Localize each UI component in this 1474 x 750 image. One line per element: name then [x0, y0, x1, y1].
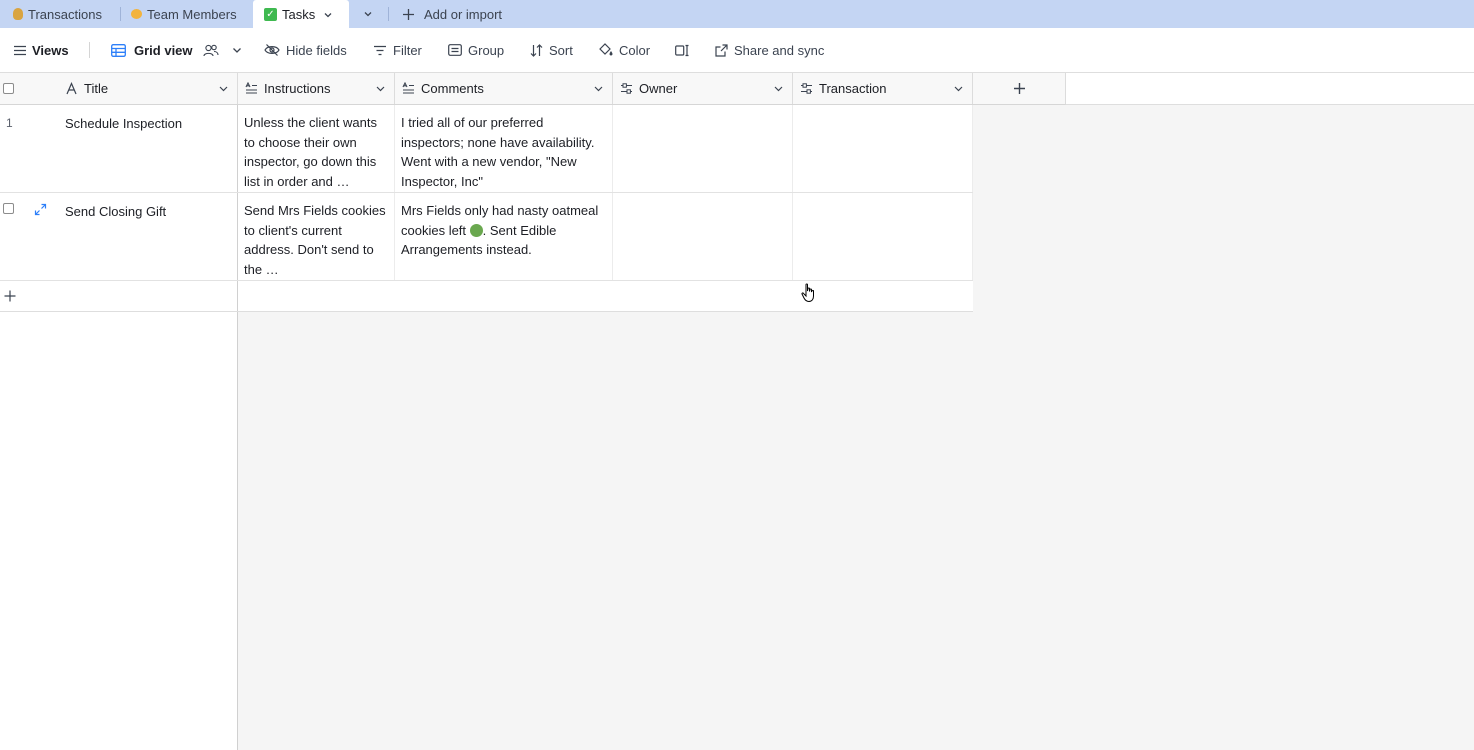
nauseated-face-icon [469, 223, 483, 237]
share-and-sync-button[interactable]: Share and sync [715, 40, 824, 60]
title-cell[interactable]: Send Closing Gift [65, 202, 166, 222]
column-header-transaction[interactable]: Transaction [793, 73, 973, 104]
paint-bucket-icon [599, 43, 613, 56]
tab-label: Tasks [282, 7, 316, 22]
comments-cell[interactable]: I tried all of our preferred inspectors;… [395, 105, 613, 192]
tab-divider [388, 7, 389, 21]
owner-cell[interactable] [613, 105, 793, 192]
view-toolbar: Views Grid view Hide fields Filter Group… [0, 28, 1474, 73]
expand-record-icon[interactable] [34, 203, 47, 216]
owner-cell[interactable] [613, 193, 793, 280]
hand-cursor-icon [801, 283, 814, 303]
chevron-down-icon[interactable] [953, 83, 964, 94]
transaction-cell[interactable] [793, 193, 973, 280]
column-header-label: Owner [639, 81, 678, 96]
external-link-icon [715, 43, 728, 57]
add-field-button[interactable] [973, 73, 1066, 105]
select-all-checkbox[interactable] [3, 83, 14, 94]
row-checkbox[interactable] [3, 203, 14, 214]
instructions-cell[interactable]: Unless the client wants to choose their … [238, 105, 395, 192]
row-height-button[interactable] [675, 40, 690, 60]
plus-icon [1013, 83, 1025, 94]
group-button[interactable]: Group [448, 40, 504, 60]
chevron-down-icon[interactable] [773, 83, 784, 94]
column-header-label: Instructions [264, 81, 331, 96]
comments-cell[interactable]: Mrs Fields only had nasty oatmeal cookie… [395, 193, 613, 280]
views-button[interactable]: Views [14, 40, 69, 60]
text-field-icon [66, 82, 77, 95]
column-header-owner[interactable]: Owner [613, 73, 793, 104]
money-bag-icon [13, 8, 23, 20]
row-number: 1 [6, 116, 13, 130]
link-field-icon [801, 83, 812, 94]
column-header-label: Comments [421, 81, 484, 96]
tab-team-members[interactable]: Team Members [131, 0, 237, 28]
chevron-down-icon [364, 12, 372, 17]
grid-header: Title Instructions Comments Owner Transa… [0, 73, 973, 105]
tab-label: Transactions [28, 6, 102, 22]
collaborators-icon [202, 44, 219, 56]
hamburger-menu-icon [14, 45, 26, 55]
grid-view-label: Grid view [134, 42, 193, 58]
transaction-cell[interactable] [793, 105, 973, 192]
row-header-cell[interactable]: 1 Schedule Inspection [0, 105, 238, 192]
header-filler [1066, 73, 1474, 105]
tab-tasks[interactable]: ✓ Tasks [253, 0, 349, 29]
share-and-sync-label: Share and sync [734, 42, 825, 58]
hide-fields-button[interactable]: Hide fields [264, 40, 347, 60]
link-field-icon [621, 83, 632, 94]
plus-icon [4, 290, 16, 302]
title-cell[interactable]: Schedule Inspection [65, 114, 182, 134]
column-header-comments[interactable]: Comments [395, 73, 613, 104]
chevron-down-icon [232, 48, 241, 53]
column-header-title[interactable]: Title [0, 73, 238, 104]
group-label: Group [468, 42, 505, 58]
filter-icon [374, 45, 386, 55]
views-label: Views [32, 42, 69, 58]
table-row[interactable]: Send Closing Gift Send Mrs Fields cookie… [0, 193, 973, 281]
all-tables-dropdown[interactable] [362, 0, 374, 28]
grid-view-switcher[interactable]: Grid view [111, 40, 243, 60]
row-height-icon [675, 44, 689, 56]
tab-divider [120, 7, 121, 21]
instructions-cell[interactable]: Send Mrs Fields cookies to client's curr… [238, 193, 395, 280]
add-record-button[interactable] [0, 281, 238, 311]
hide-fields-label: Hide fields [286, 42, 347, 58]
long-text-icon [245, 82, 257, 94]
filter-label: Filter [393, 42, 422, 58]
column-header-label: Title [84, 81, 109, 96]
chevron-down-icon[interactable] [218, 83, 229, 94]
grid-view-icon [111, 43, 126, 57]
color-label: Color [619, 42, 651, 58]
add-record-row[interactable] [0, 281, 973, 312]
plus-icon [403, 8, 414, 20]
table-tabbar: Transactions Team Members ✓ Tasks Add or… [0, 0, 1474, 29]
column-header-label: Transaction [819, 81, 887, 96]
chevron-down-icon[interactable] [375, 83, 386, 94]
add-or-import-label: Add or import [424, 6, 503, 22]
check-mark-icon: ✓ [264, 8, 277, 21]
tab-label: Team Members [147, 6, 237, 22]
table-row[interactable]: 1 Schedule Inspection Unless the client … [0, 105, 973, 193]
group-icon [448, 44, 462, 56]
chevron-down-icon[interactable] [323, 10, 333, 20]
chevron-down-icon[interactable] [593, 83, 604, 94]
sort-label: Sort [549, 42, 573, 58]
color-button[interactable]: Color [598, 40, 650, 60]
row-header-cell[interactable]: Send Closing Gift [0, 193, 238, 280]
cat-face-icon [131, 9, 142, 19]
filter-button[interactable]: Filter [373, 40, 422, 60]
add-or-import-button[interactable]: Add or import [402, 0, 502, 28]
column-header-instructions[interactable]: Instructions [238, 73, 395, 104]
long-text-icon [402, 82, 414, 94]
tab-transactions[interactable]: Transactions [13, 0, 102, 28]
eye-slash-icon [264, 44, 280, 56]
toolbar-divider [89, 42, 90, 58]
sort-button[interactable]: Sort [530, 40, 573, 60]
sort-icon [530, 43, 543, 57]
